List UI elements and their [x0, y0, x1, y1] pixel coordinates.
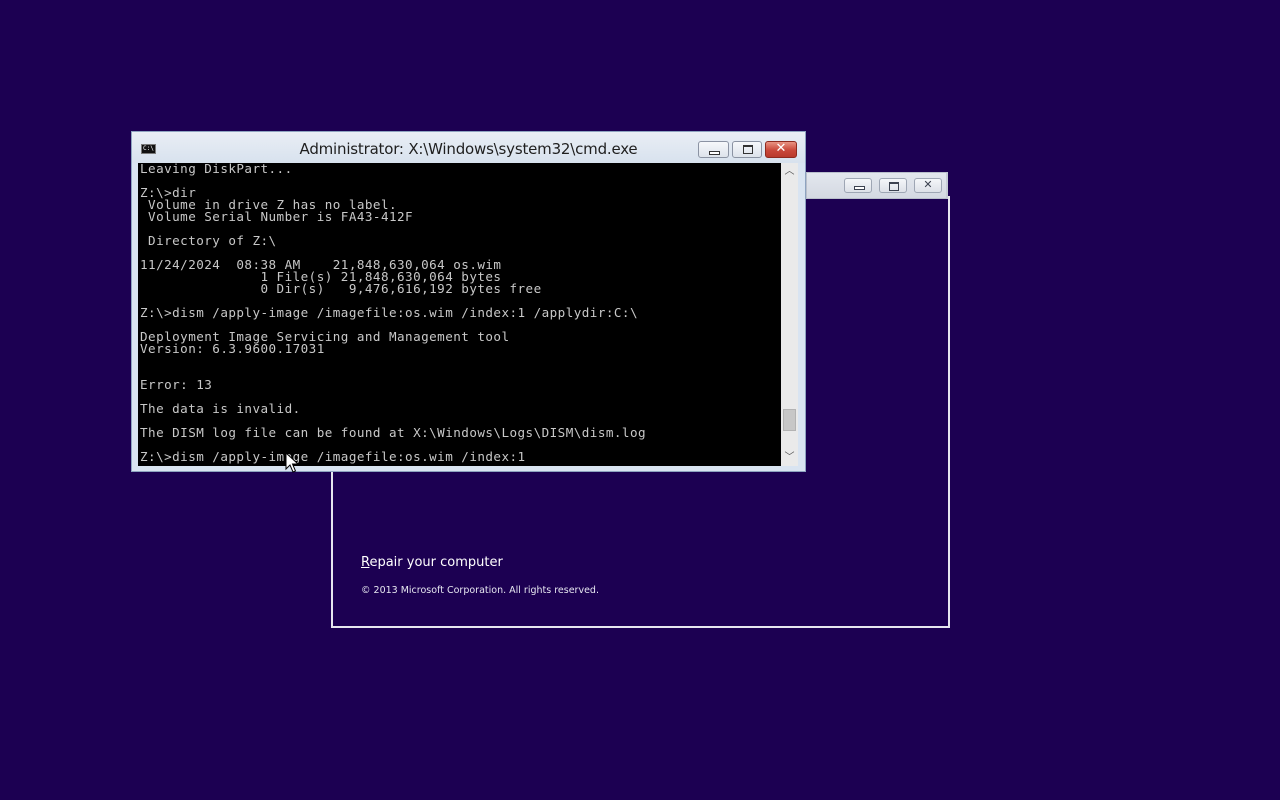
maximize-icon: [889, 182, 899, 191]
cmd-window: C:\ Administrator: X:\Windows\system32\c…: [131, 131, 806, 472]
chevron-down-icon[interactable]: ﹀: [781, 449, 798, 466]
close-icon: ✕: [923, 178, 933, 191]
maximize-icon: [743, 145, 753, 154]
close-button[interactable]: ✕: [765, 141, 797, 158]
desktop: ✕ Repair your computer © 2013 Microsoft …: [0, 0, 1280, 800]
repair-link-text: epair your computer: [369, 555, 503, 570]
maximize-button[interactable]: [732, 141, 762, 158]
vertical-scrollbar[interactable]: ︿ ﹀: [781, 163, 798, 466]
mouse-pointer-icon: [285, 452, 299, 473]
chevron-up-icon[interactable]: ︿: [781, 163, 798, 180]
setup-close-button[interactable]: ✕: [914, 178, 942, 193]
cmd-titlebar[interactable]: C:\ Administrator: X:\Windows\system32\c…: [132, 132, 805, 163]
minimize-icon: [709, 151, 720, 155]
setup-window: ✕: [806, 172, 948, 199]
setup-minimize-button[interactable]: [844, 178, 872, 193]
close-icon: ✕: [775, 141, 787, 156]
scrollbar-thumb[interactable]: [783, 409, 796, 431]
console-output[interactable]: Leaving DiskPart... Z:\>dir Volume in dr…: [138, 163, 781, 466]
setup-titlebar[interactable]: ✕: [806, 172, 948, 199]
console-text[interactable]: Leaving DiskPart... Z:\>dir Volume in dr…: [140, 163, 646, 463]
setup-maximize-button[interactable]: [879, 178, 907, 193]
minimize-icon: [854, 186, 865, 190]
repair-your-computer-link[interactable]: Repair your computer: [361, 555, 503, 570]
minimize-button[interactable]: [698, 141, 729, 158]
copyright-notice: © 2013 Microsoft Corporation. All rights…: [361, 585, 599, 596]
